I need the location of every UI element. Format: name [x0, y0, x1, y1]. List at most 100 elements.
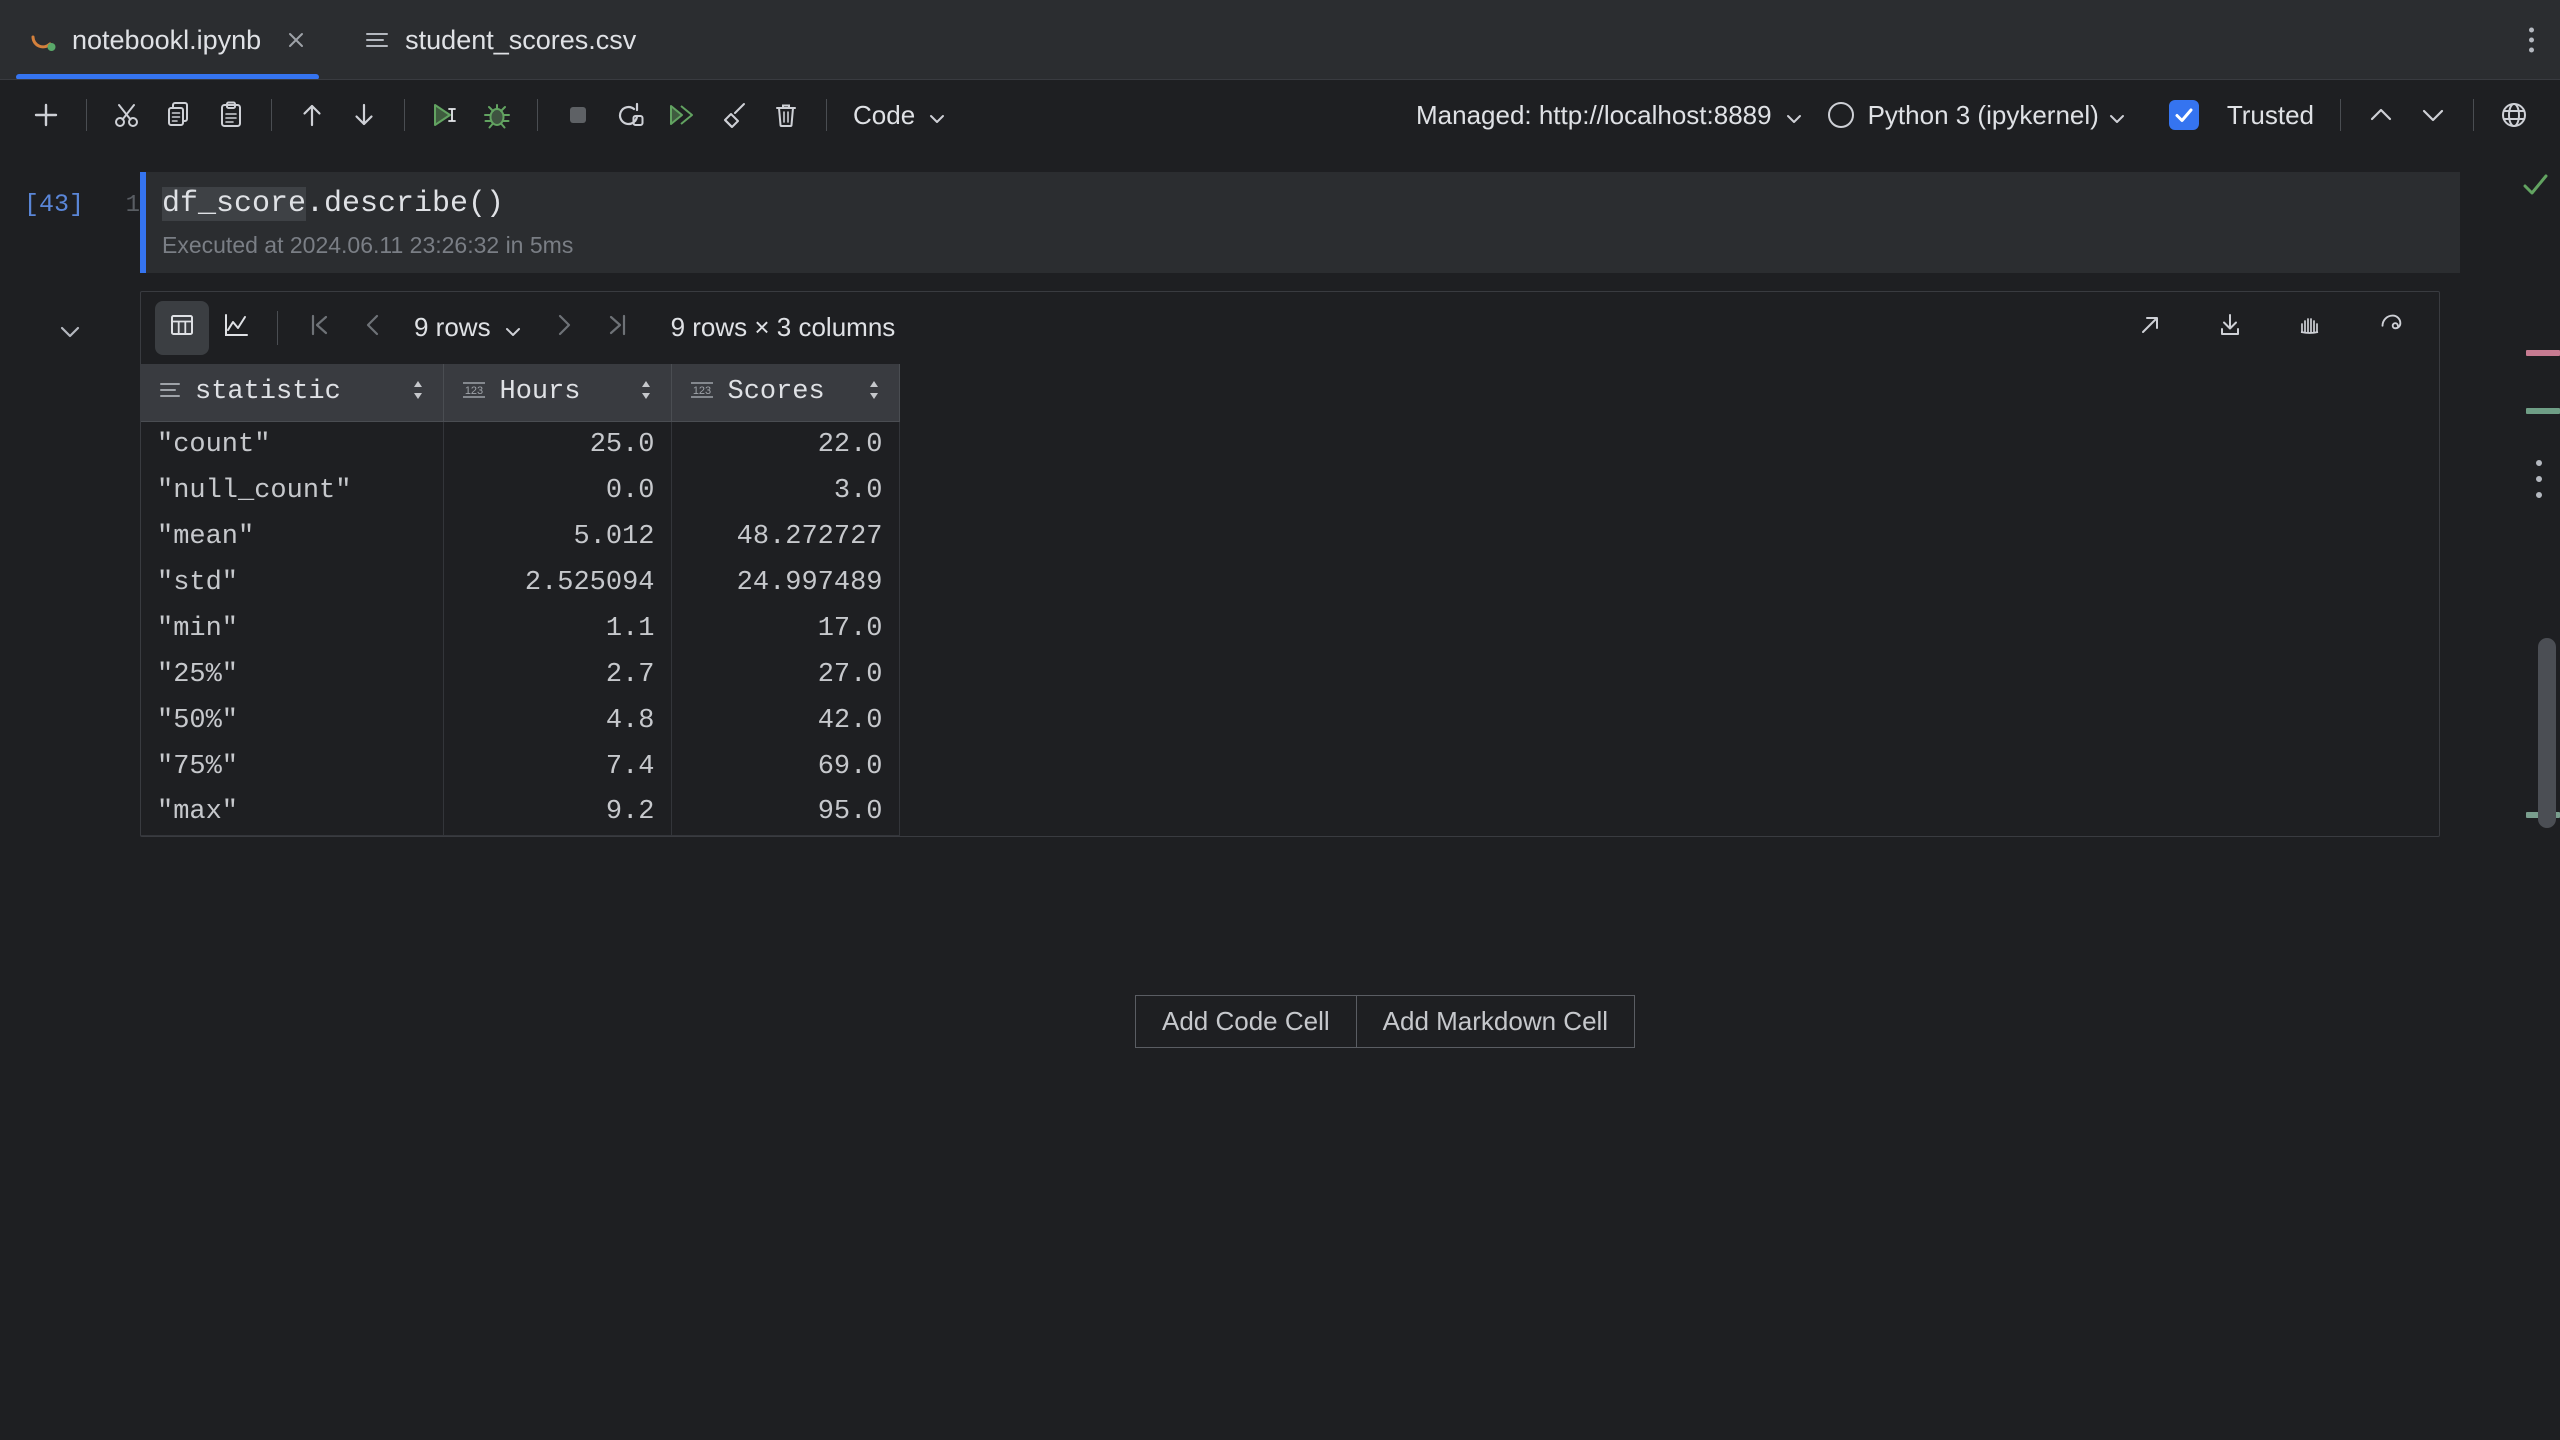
table-view-button[interactable] — [155, 300, 209, 355]
cell-type-dropdown[interactable]: Code — [841, 89, 959, 141]
next-page-icon — [550, 311, 578, 344]
table-row[interactable]: "null_count" 0.0 3.0 — [141, 467, 900, 514]
trusted-toggle[interactable]: Trusted — [2157, 89, 2326, 141]
cell-statistic[interactable]: "min" — [141, 605, 444, 652]
add-code-cell-button[interactable]: Add Code Cell — [1136, 996, 1356, 1047]
tab-overflow-menu-icon[interactable] — [2529, 27, 2534, 53]
svg-text:123: 123 — [692, 385, 710, 397]
table-row[interactable]: "max" 9.2 95.0 — [141, 789, 900, 836]
first-page-icon — [305, 311, 333, 344]
cell-scores[interactable]: 27.0 — [671, 651, 900, 698]
add-markdown-cell-button[interactable]: Add Markdown Cell — [1355, 996, 1635, 1047]
polars-button[interactable] — [2363, 301, 2417, 355]
cell-scores[interactable]: 95.0 — [671, 789, 900, 836]
notebook-code-cell[interactable]: [43] 1 df_score.describe() Executed at 2… — [0, 172, 2510, 273]
cell-hours[interactable]: 7.4 — [443, 743, 672, 790]
cell-hours[interactable]: 5.012 — [443, 513, 672, 560]
jupyter-server-dropdown[interactable]: Managed: http://localhost:8889 — [1404, 89, 1816, 141]
output-more-menu-icon[interactable] — [2536, 460, 2542, 498]
table-row[interactable]: "50%" 4.8 42.0 — [141, 697, 900, 744]
toolbar-divider — [826, 99, 827, 131]
move-cell-up-button[interactable] — [286, 89, 338, 141]
clear-outputs-button[interactable] — [708, 89, 760, 141]
code-editor-line[interactable]: df_score.describe() — [162, 186, 2460, 224]
gutter-marker-added[interactable] — [2526, 408, 2560, 414]
debug-cell-button[interactable] — [471, 89, 523, 141]
chart-view-button[interactable] — [209, 301, 263, 355]
cell-hours[interactable]: 2.7 — [443, 651, 672, 698]
column-header-statistic[interactable]: statistic — [141, 363, 444, 422]
cell-scores[interactable]: 24.997489 — [671, 559, 900, 606]
run-all-cells-button[interactable] — [656, 89, 708, 141]
gutter-marker-modified[interactable] — [2526, 350, 2560, 356]
cell-scores[interactable]: 17.0 — [671, 605, 900, 652]
checkbox-icon[interactable] — [2168, 100, 2199, 130]
cell-statistic[interactable]: "mean" — [141, 513, 444, 560]
table-row[interactable]: "std" 2.525094 24.997489 — [141, 559, 900, 606]
open-in-new-window-button[interactable] — [2123, 301, 2177, 355]
table-row[interactable]: "count" 25.0 22.0 — [141, 421, 900, 468]
browser-open-icon[interactable] — [2488, 89, 2540, 141]
cell-hours[interactable]: 25.0 — [443, 421, 672, 468]
next-cell-button[interactable] — [2407, 89, 2459, 141]
cell-type-label: Code — [853, 99, 916, 130]
cell-hours[interactable]: 0.0 — [443, 467, 672, 514]
delete-cell-button[interactable] — [760, 89, 812, 141]
table-row[interactable]: "mean" 5.012 48.272727 — [141, 513, 900, 560]
run-cell-button[interactable] — [419, 89, 471, 141]
cell-statistic[interactable]: "50%" — [141, 697, 444, 744]
kernel-status-icon — [1827, 102, 1854, 128]
cell-statistic[interactable]: "max" — [141, 789, 444, 836]
sort-toggle-icon[interactable] — [865, 377, 883, 408]
cell-hours[interactable]: 2.525094 — [443, 559, 672, 606]
cell-statistic[interactable]: "75%" — [141, 743, 444, 790]
code-identifier-highlight: df_score — [162, 187, 307, 221]
cell-scores[interactable]: 42.0 — [671, 697, 900, 744]
table-row[interactable]: "25%" 2.7 27.0 — [141, 651, 900, 698]
cell-statistic[interactable]: "null_count" — [141, 467, 444, 514]
collapse-output-button[interactable] — [0, 291, 140, 350]
download-button[interactable] — [2203, 301, 2257, 355]
sort-toggle-icon[interactable] — [637, 377, 655, 408]
pandas-button[interactable] — [2283, 301, 2337, 355]
column-header-hours[interactable]: 123 Hours — [443, 363, 672, 422]
move-cell-down-button[interactable] — [338, 89, 390, 141]
previous-page-button[interactable] — [346, 301, 400, 355]
cell-hours[interactable]: 4.8 — [443, 697, 672, 744]
previous-cell-button[interactable] — [2355, 89, 2407, 141]
rows-per-page-dropdown[interactable]: 9 rows — [400, 301, 537, 355]
copy-cell-button[interactable] — [153, 89, 205, 141]
column-header-scores[interactable]: 123 Scores — [671, 363, 900, 422]
chevron-down-icon — [503, 318, 523, 338]
cell-hours[interactable]: 1.1 — [443, 605, 672, 652]
cell-hours[interactable]: 9.2 — [443, 789, 672, 836]
restart-kernel-button[interactable] — [604, 89, 656, 141]
cell-scores[interactable]: 69.0 — [671, 743, 900, 790]
cell-statistic[interactable]: "std" — [141, 559, 444, 606]
first-page-button[interactable] — [292, 301, 346, 355]
add-cell-button[interactable] — [20, 89, 72, 141]
execution-count: [43] — [23, 190, 84, 219]
cell-scores[interactable]: 3.0 — [671, 467, 900, 514]
sort-toggle-icon[interactable] — [409, 377, 427, 408]
notebook-editor-area: [43] 1 df_score.describe() Executed at 2… — [0, 150, 2510, 1440]
cell-statistic[interactable]: "25%" — [141, 651, 444, 698]
cell-scores[interactable]: 22.0 — [671, 421, 900, 468]
jupyter-icon — [28, 25, 58, 55]
paste-cell-button[interactable] — [205, 89, 257, 141]
last-page-button[interactable] — [591, 301, 645, 355]
cut-cell-button[interactable] — [101, 89, 153, 141]
close-icon[interactable] — [281, 25, 311, 55]
tab-notebook-ipynb[interactable]: notebookl.ipynb — [0, 0, 336, 80]
next-page-button[interactable] — [537, 301, 591, 355]
cell-scores[interactable]: 48.272727 — [671, 513, 900, 560]
table-row[interactable]: "min" 1.1 17.0 — [141, 605, 900, 652]
cell-statistic[interactable]: "count" — [141, 421, 444, 468]
kernel-selector-dropdown[interactable]: Python 3 (ipykernel) — [1816, 89, 2139, 141]
tab-student-scores-csv[interactable]: student_scores.csv — [335, 0, 660, 80]
editor-right-gutter[interactable] — [2510, 150, 2560, 1440]
vertical-scrollbar-thumb[interactable] — [2538, 638, 2556, 828]
table-row[interactable]: "75%" 7.4 69.0 — [141, 743, 900, 790]
code-cell-body[interactable]: df_score.describe() Executed at 2024.06.… — [140, 172, 2460, 273]
interrupt-kernel-button[interactable] — [552, 89, 604, 141]
